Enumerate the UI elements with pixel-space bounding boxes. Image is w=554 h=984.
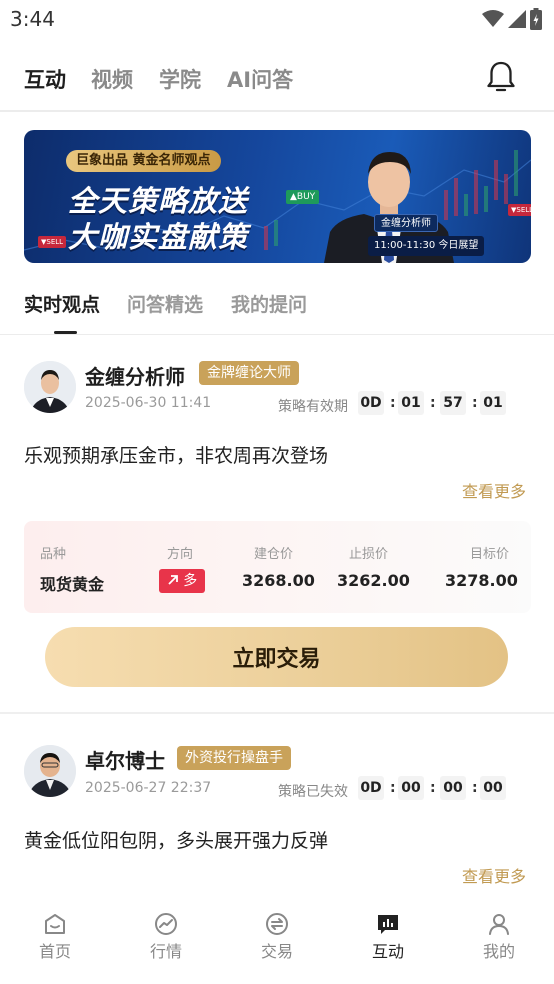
- countdown-minutes: 00: [440, 776, 466, 800]
- exchange-icon: [266, 913, 288, 935]
- tab-academy[interactable]: 学院: [159, 64, 201, 94]
- buy-chip: ▲BUY: [286, 190, 320, 204]
- nav-trade-label: 交易: [260, 942, 293, 961]
- avatar-image: [24, 361, 76, 413]
- see-more-link[interactable]: 查看更多: [462, 478, 526, 502]
- avatar-image: [24, 745, 76, 797]
- direction-chip: 多: [159, 569, 205, 593]
- author-title-badge: 金牌缠论大师: [199, 361, 299, 385]
- countdown-seconds: 00: [480, 776, 506, 800]
- tab-video[interactable]: 视频: [91, 64, 133, 94]
- countdown-colon: :: [430, 395, 436, 411]
- nav-trade[interactable]: 交易: [222, 912, 332, 972]
- tab-my-questions[interactable]: 我的提问: [231, 290, 307, 317]
- countdown-hours: 01: [398, 391, 424, 415]
- countdown-colon: :: [472, 780, 478, 796]
- wifi-icon: [482, 10, 504, 27]
- countdown-days: 0D: [358, 391, 384, 415]
- countdown-minutes: 57: [440, 391, 466, 415]
- countdown-colon: :: [390, 395, 396, 411]
- countdown-hours: 00: [398, 776, 424, 800]
- validity-label: 策略有效期: [278, 399, 348, 415]
- countdown-colon: :: [472, 395, 478, 411]
- post-time: 2025-06-27 22:37: [85, 780, 212, 796]
- tab-interaction[interactable]: 互动: [24, 64, 66, 94]
- nav-market-label: 行情: [149, 942, 182, 961]
- banner-schedule: 11:00-11:30 今日展望: [368, 236, 485, 256]
- label-target-price: 目标价: [470, 547, 510, 562]
- nav-interaction-label: 互动: [371, 942, 404, 961]
- label-product: 品种: [40, 547, 67, 562]
- countdown-seconds: 01: [480, 391, 506, 415]
- sell-chip: ▼SELL: [508, 204, 531, 216]
- status-time: 3:44: [10, 7, 55, 31]
- validity-label: 策略已失效: [278, 784, 348, 800]
- nav-home-label: 首页: [38, 942, 71, 961]
- sell-chip: ▼SELL: [38, 236, 67, 248]
- post-time: 2025-06-30 11:41: [85, 395, 212, 411]
- direction-label: 多: [183, 573, 198, 589]
- home-icon: [45, 914, 65, 934]
- banner-analyst-badge: 金缠分析师: [374, 214, 438, 232]
- author-name[interactable]: 卓尔博士: [85, 745, 165, 774]
- see-more-link[interactable]: 查看更多: [462, 863, 526, 887]
- countdown-colon: :: [390, 780, 396, 796]
- value-stop-loss: 3262.00: [337, 571, 410, 590]
- signal-icon: [508, 10, 526, 28]
- countdown-colon: :: [430, 780, 436, 796]
- sub-tab-divider: [0, 334, 554, 335]
- battery-icon: [530, 8, 542, 30]
- promo-banner[interactable]: 巨象出品 黄金名师观点 全天策略放送 大咖实盘献策 ▲BUY ▼SELL ▼SE…: [24, 130, 531, 263]
- chat-chart-icon: [378, 915, 398, 934]
- value-entry-price: 3268.00: [242, 571, 315, 590]
- bottom-nav: 首页 行情 交易 互动 我的: [0, 900, 554, 984]
- arrow-up-right-icon: [168, 575, 178, 585]
- nav-profile[interactable]: 我的: [444, 912, 554, 972]
- banner-headline-2: 大咖实盘献策: [68, 220, 249, 254]
- status-icons: [482, 8, 542, 30]
- top-nav: 互动 视频 学院 AI问答: [0, 56, 554, 100]
- nav-home[interactable]: 首页: [0, 912, 110, 972]
- value-product: 现货黄金: [40, 575, 105, 594]
- bell-icon[interactable]: [486, 60, 516, 94]
- value-target-price: 3278.00: [445, 571, 518, 590]
- tab-qa-picks[interactable]: 问答精选: [127, 290, 203, 317]
- nav-market[interactable]: 行情: [111, 912, 221, 972]
- status-bar: 3:44: [0, 0, 554, 40]
- author-name[interactable]: 金缠分析师: [85, 361, 185, 390]
- label-direction: 方向: [167, 547, 194, 562]
- nav-divider: [0, 110, 554, 112]
- label-entry-price: 建仓价: [254, 547, 294, 562]
- card-divider: [0, 712, 554, 714]
- post-content[interactable]: 乐观预期承压金市，非农周再次登场: [24, 441, 328, 468]
- nav-profile-label: 我的: [482, 942, 515, 961]
- author-title-badge: 外资投行操盘手: [177, 746, 291, 770]
- trade-now-button[interactable]: 立即交易: [45, 627, 508, 687]
- avatar[interactable]: [24, 361, 76, 413]
- countdown-days: 0D: [358, 776, 384, 800]
- trend-icon: [155, 913, 177, 935]
- nav-interaction[interactable]: 互动: [333, 912, 443, 972]
- user-icon: [489, 914, 509, 935]
- avatar[interactable]: [24, 745, 76, 797]
- label-stop-loss: 止损价: [349, 547, 389, 562]
- banner-tag: 巨象出品 黄金名师观点: [66, 150, 221, 172]
- tab-live-views[interactable]: 实时观点: [24, 290, 100, 317]
- trade-info-box: 品种 方向 建仓价 止损价 目标价 现货黄金 多 3268.00 3262.00…: [24, 521, 531, 613]
- post-content[interactable]: 黄金低位阳包阴，多头展开强力反弹: [24, 826, 328, 853]
- tab-ai-qa[interactable]: AI问答: [227, 64, 293, 94]
